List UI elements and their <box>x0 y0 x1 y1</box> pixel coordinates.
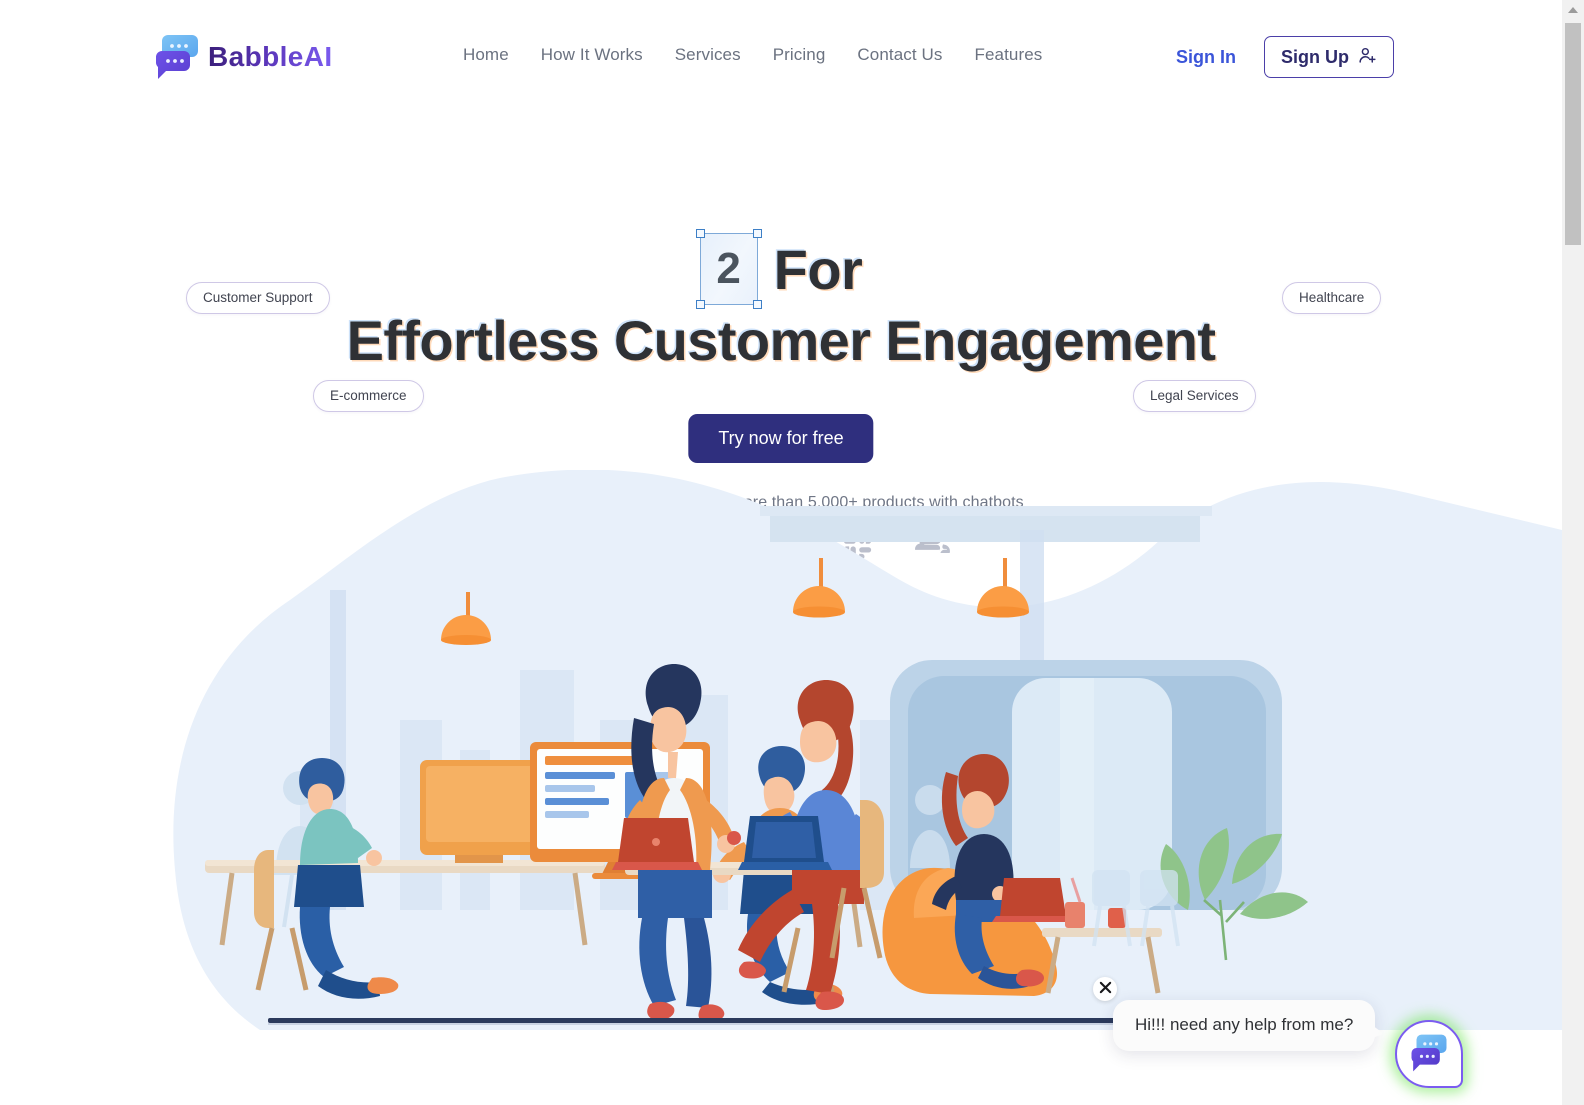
nav-link-home[interactable]: Home <box>462 43 510 67</box>
hero-illustration <box>0 470 1562 1030</box>
sign-in-link[interactable]: Sign In <box>1176 47 1236 68</box>
pill-legal-services[interactable]: Legal Services <box>1133 380 1256 412</box>
top-navbar: BabbleAI Home How It Works Services Pric… <box>0 0 1562 112</box>
chat-bubbles-icon <box>1410 1033 1448 1076</box>
sign-up-button[interactable]: Sign Up <box>1264 36 1394 78</box>
headline-word-for: For <box>773 237 863 301</box>
close-icon <box>1099 981 1112 997</box>
brand-logo-link[interactable]: BabbleAI <box>155 33 333 81</box>
resize-handle-bottom-right[interactable] <box>752 300 762 309</box>
chat-close-button[interactable] <box>1093 977 1117 1001</box>
page-viewport: BabbleAI Home How It Works Services Pric… <box>0 0 1562 1105</box>
scrollbar-up-button[interactable] <box>1562 0 1584 20</box>
nav-links: Home How It Works Services Pricing Conta… <box>462 43 1043 67</box>
resize-handle-bottom-left[interactable] <box>695 300 705 309</box>
resize-handle-top-right[interactable] <box>752 229 762 238</box>
resize-handle-top-left[interactable] <box>695 229 705 238</box>
chat-launcher-button[interactable] <box>1395 1020 1463 1088</box>
nav-link-services[interactable]: Services <box>674 43 742 67</box>
user-plus-icon <box>1358 46 1377 68</box>
selected-number-value: 2 <box>716 244 741 293</box>
selected-number-element[interactable]: 2 <box>695 229 762 309</box>
chat-bubbles-icon <box>155 33 199 81</box>
chevron-up-icon <box>1568 7 1578 13</box>
brand-name: BabbleAI <box>208 41 333 72</box>
vertical-scrollbar[interactable] <box>1562 0 1584 1105</box>
nav-link-how-it-works[interactable]: How It Works <box>540 43 644 67</box>
nav-link-contact-us[interactable]: Contact Us <box>856 43 943 67</box>
try-now-for-free-button[interactable]: Try now for free <box>688 414 874 463</box>
nav-actions: Sign In Sign Up <box>1176 36 1394 78</box>
headline-line-2: Effortless Customer Engagement <box>346 309 1216 372</box>
scrollbar-thumb[interactable] <box>1565 23 1581 245</box>
sign-up-label: Sign Up <box>1281 46 1349 67</box>
nav-link-pricing[interactable]: Pricing <box>772 43 827 67</box>
headline-line-1: 2 For <box>0 229 1562 309</box>
chat-greeting-bubble: Hi!!! need any help from me? <box>1113 1000 1385 1051</box>
nav-link-features[interactable]: Features <box>973 43 1043 67</box>
pill-e-commerce[interactable]: E-commerce <box>313 380 424 412</box>
hero-headline: 2 For Effortless Customer Engagement <box>0 229 1562 373</box>
